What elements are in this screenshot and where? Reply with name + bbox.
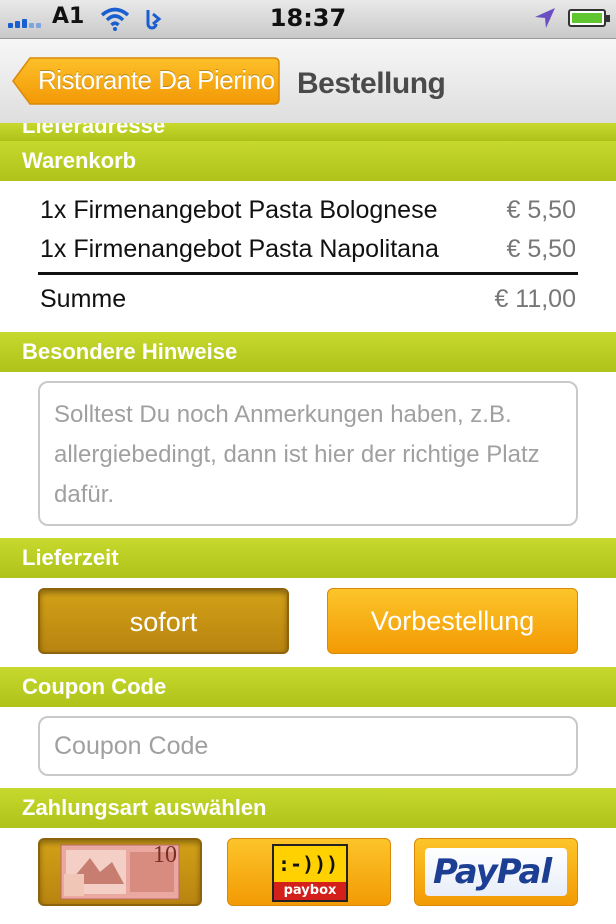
cart-item-price: € 5,50 (506, 196, 576, 224)
section-header-payment: Zahlungsart auswählen (0, 788, 616, 828)
battery-icon (568, 9, 610, 27)
location-arrow-icon (535, 8, 555, 28)
preorder-button[interactable]: Vorbestellung (327, 588, 578, 654)
section-title: Lieferadresse (22, 123, 166, 138)
delivery-now-button[interactable]: sofort (38, 588, 289, 654)
paypal-logo-icon: PayPal (425, 848, 567, 896)
section-title: Coupon Code (22, 674, 167, 699)
preorder-label: Vorbestellung (370, 606, 535, 636)
status-time: 18:37 (269, 4, 347, 32)
section-title: Warenkorb (22, 148, 137, 173)
cart-item-name: 1x Firmenangebot Pasta Napolitana (40, 235, 439, 263)
pay-cash-button[interactable]: 10 (38, 838, 202, 906)
navigation-bar: Ristorante Da Pierino Bestellung (0, 39, 616, 124)
section-title: Zahlungsart auswählen (22, 795, 267, 820)
section-header-coupon: Coupon Code (0, 667, 616, 707)
section-title: Besondere Hinweise (22, 339, 238, 364)
pay-paybox-button[interactable]: :-))) paybox (227, 838, 391, 906)
coupon-input[interactable]: Coupon Code (38, 716, 578, 776)
cart-item-name: 1x Firmenangebot Pasta Bolognese (40, 196, 438, 224)
pay-paypal-button[interactable]: PayPal (414, 838, 578, 906)
cart-sum-label: Summe (40, 285, 127, 313)
status-bar: A1 18:37 (0, 0, 616, 39)
section-header-delivery-address: Lieferadresse (0, 123, 616, 141)
section-header-notes: Besondere Hinweise (0, 332, 616, 372)
section-header-delivery-time: Lieferzeit (0, 538, 616, 578)
page-title: Bestellung (297, 67, 446, 100)
back-button-label: Ristorante Da Pierino (38, 65, 275, 95)
section-header-cart: Warenkorb (0, 141, 616, 181)
back-button[interactable]: Ristorante Da Pierino (12, 57, 280, 105)
cart-item-price: € 5,50 (506, 235, 576, 263)
cart-sum-value: € 11,00 (494, 285, 576, 313)
section-title: Lieferzeit (22, 545, 119, 570)
delivery-now-label: sofort (129, 607, 198, 637)
paybox-smiley-icon: :-))) (278, 852, 339, 876)
notes-textarea[interactable]: Solltest Du noch Anmerkungen haben, z.B.… (38, 381, 578, 526)
banknote-value: 10 (153, 842, 177, 868)
notes-placeholder: Solltest Du noch Anmerkungen haben, z.B.… (54, 401, 540, 508)
coupon-placeholder: Coupon Code (54, 732, 209, 760)
paypal-label: PayPal (433, 852, 552, 892)
paybox-logo-icon: :-))) paybox (272, 844, 348, 902)
paybox-label: paybox (274, 882, 346, 900)
sum-divider (38, 272, 578, 275)
